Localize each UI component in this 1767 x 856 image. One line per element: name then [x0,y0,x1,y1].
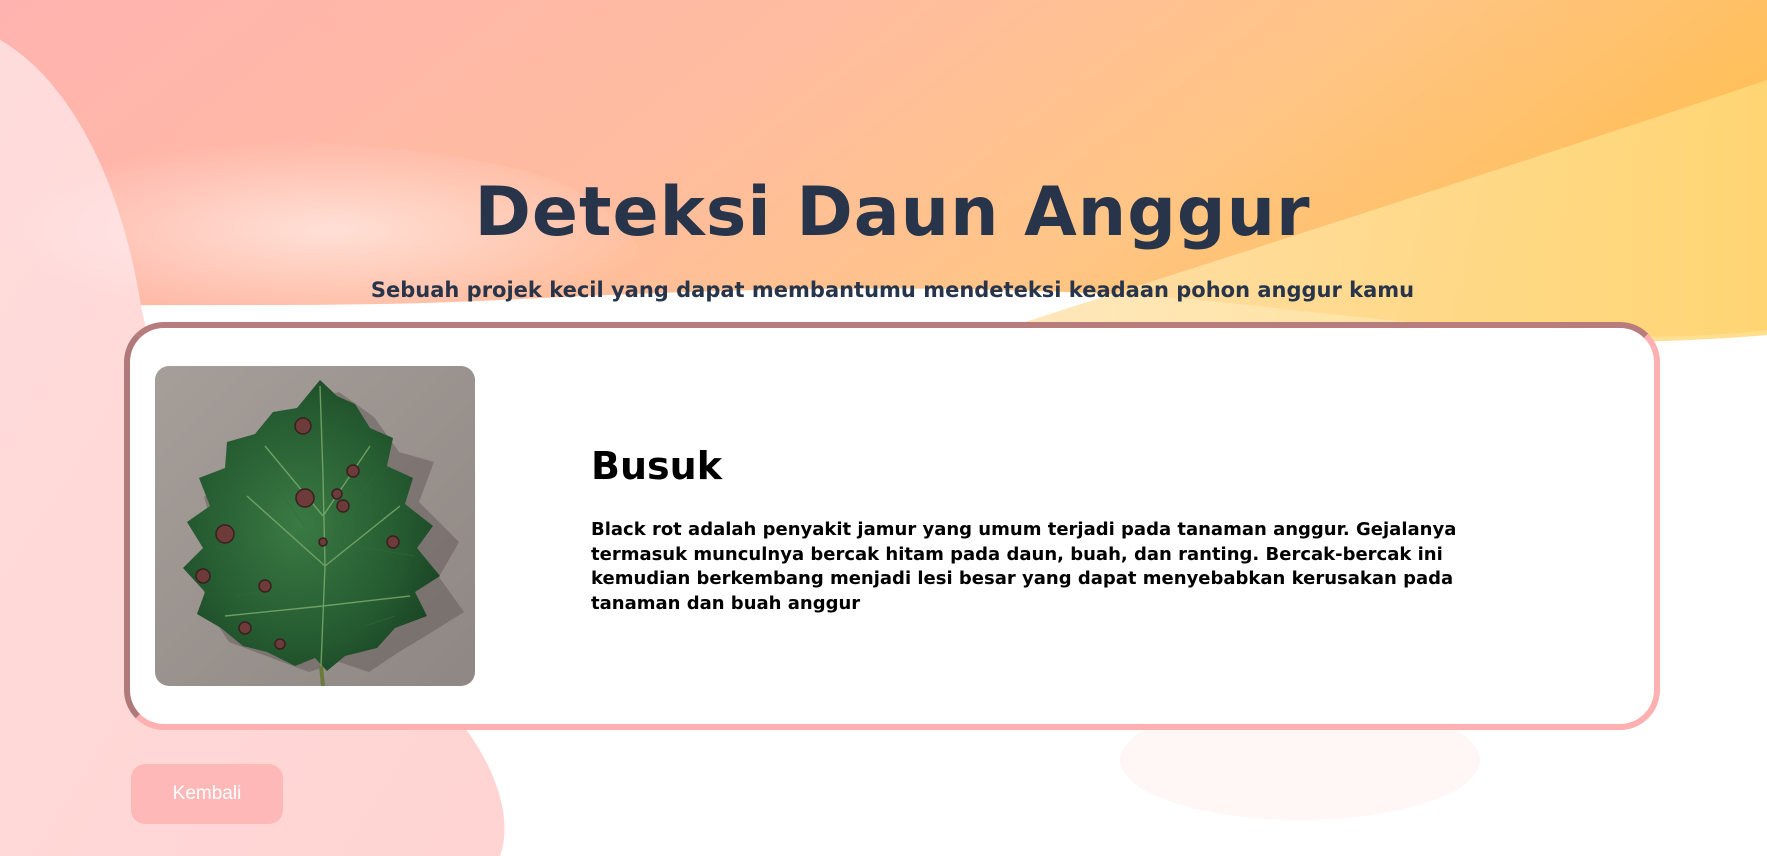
result-title: Busuk [591,444,722,488]
result-description: Black rot adalah penyakit jamur yang umu… [591,519,1457,614]
back-button[interactable]: Kembali [131,764,283,824]
page-subtitle: Sebuah projek kecil yang dapat membantum… [370,278,1415,302]
page-title: Deteksi Daun Anggur [474,173,1311,252]
grape-leaf-image [155,366,475,686]
